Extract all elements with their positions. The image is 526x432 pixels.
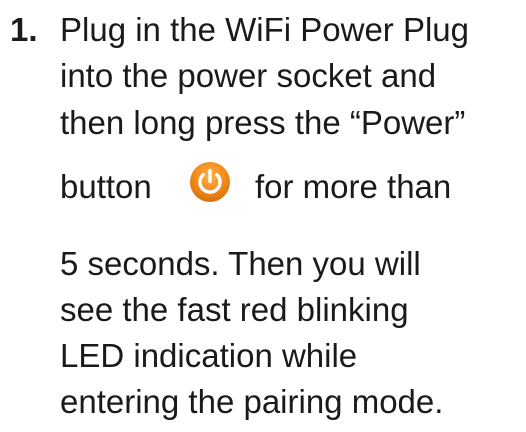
step-line-7: LED indication while [60, 337, 358, 374]
step-line-6: see the fast red blinking [60, 291, 409, 328]
power-icon [190, 162, 230, 202]
step-line-5: 5 seconds. Then you will [60, 245, 421, 282]
step-line-4-continued: for more than [255, 168, 452, 205]
step-line-3: then long press the “Power” [60, 104, 466, 141]
step-line-4: button [60, 168, 152, 205]
step-line-8: entering the pairing mode. [60, 383, 444, 420]
instruction-step: 1. Plug in the WiFi Power Plug into the … [0, 0, 526, 432]
step-line-1: Plug in the WiFi Power Plug [60, 11, 470, 48]
step-number: 1. [10, 11, 38, 48]
step-line-2: into the power socket and [60, 57, 437, 94]
